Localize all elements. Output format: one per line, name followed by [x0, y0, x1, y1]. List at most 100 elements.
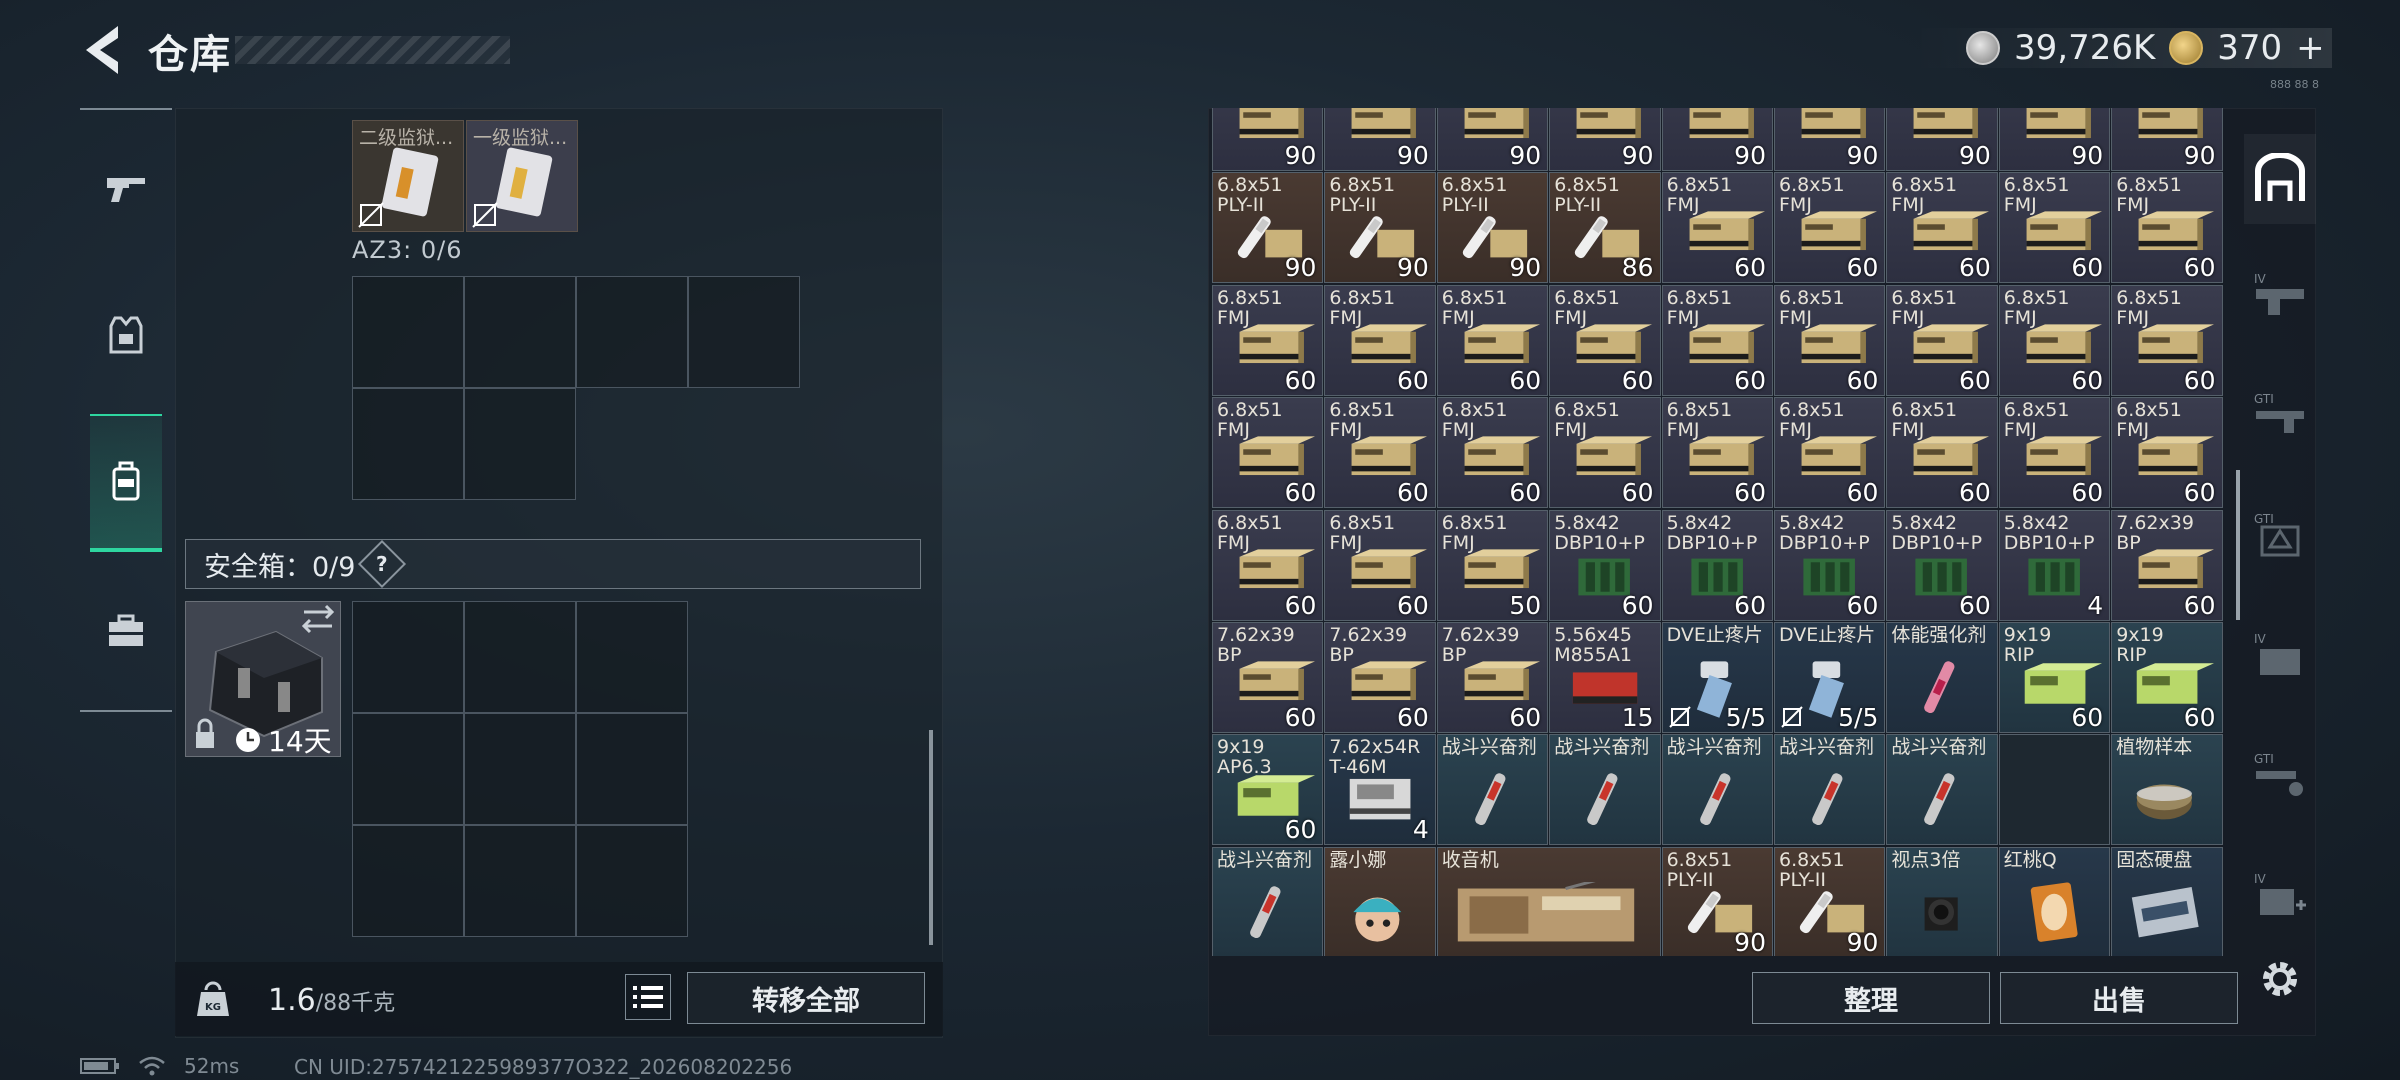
storage-slot[interactable] [352, 276, 464, 388]
prison-key-lv2[interactable]: 二级监狱... [352, 120, 464, 232]
inventory-item[interactable]: 90 [1436, 108, 1549, 171]
inventory-item[interactable]: 红桃Q [1998, 846, 2111, 956]
inventory-item[interactable]: 6.8x51 FMJ 60 [1661, 172, 1773, 284]
inventory-item[interactable]: 6.8x51 FMJ 60 [1324, 284, 1436, 396]
inventory-item[interactable]: 战斗兴奋剂 [1212, 846, 1324, 956]
inventory-item[interactable]: 6.8x51 FMJ 60 [1324, 509, 1436, 621]
inventory-item[interactable]: 6.8x51 FMJ 60 [1549, 284, 1661, 396]
inventory-item[interactable]: 5.8x42 DBP10+P 60 [1774, 509, 1886, 621]
inventory-item[interactable]: 战斗兴奋剂 [1549, 734, 1661, 846]
settings-button[interactable] [2254, 953, 2306, 1005]
safe-slot[interactable] [352, 825, 464, 937]
inventory-item[interactable]: 战斗兴奋剂 [1661, 734, 1773, 846]
inventory-item[interactable]: 6.8x51 FMJ 60 [2111, 397, 2223, 509]
storage-slot[interactable] [352, 388, 464, 500]
inventory-item[interactable]: 7.62x39 BP 60 [1324, 622, 1436, 733]
inventory-item[interactable]: 6.8x51 PLY-II 90 [1212, 172, 1324, 284]
transfer-all-button[interactable]: 转移全部 [687, 972, 925, 1024]
safe-slot[interactable] [464, 713, 576, 825]
inventory-item[interactable]: 7.62x39 BP 60 [1436, 622, 1549, 733]
nav-case[interactable] [90, 586, 162, 676]
safe-slot[interactable] [352, 713, 464, 825]
safe-box-item[interactable]: 14天 [185, 601, 341, 758]
inventory-item[interactable]: 视点3倍 [1886, 846, 1998, 956]
inventory-item[interactable]: 6.8x51 FMJ 60 [1886, 172, 1998, 284]
inventory-item[interactable]: 6.8x51 PLY-II 86 [1549, 172, 1661, 284]
inventory-item[interactable]: 6.8x51 FMJ 60 [1436, 397, 1549, 509]
inventory-item[interactable]: 6.8x51 PLY-II 90 [1436, 172, 1549, 284]
inventory-item[interactable]: 战斗兴奋剂 [1886, 734, 1998, 846]
safe-slot[interactable] [576, 601, 688, 713]
inventory-item[interactable]: 6.8x51 PLY-II 90 [1774, 846, 1886, 956]
inventory-item[interactable]: 5.8x42 DBP10+P 4 [1998, 509, 2111, 621]
inventory-item[interactable]: 6.8x51 FMJ 60 [1998, 284, 2111, 396]
nav-backpack[interactable] [90, 414, 162, 552]
inventory-item[interactable]: 战斗兴奋剂 [1436, 734, 1549, 846]
inventory-item[interactable]: 5.8x42 DBP10+P 60 [1549, 509, 1661, 621]
inventory-item[interactable]: 6.8x51 FMJ 60 [1886, 284, 1998, 396]
inventory-item[interactable]: 6.8x51 FMJ 60 [1436, 284, 1549, 396]
safe-slot[interactable] [464, 601, 576, 713]
nav-weapons[interactable] [90, 144, 162, 234]
left-scrollbar[interactable] [929, 730, 933, 945]
tab-all-items[interactable] [2244, 134, 2316, 224]
inventory-item[interactable]: 90 [1324, 108, 1436, 171]
inventory-item[interactable]: 6.8x51 FMJ 60 [1212, 509, 1324, 621]
prison-key-lv1[interactable]: 一级监狱... [466, 120, 578, 232]
safe-slot[interactable] [576, 825, 688, 937]
inventory-item[interactable]: DVE止疼片 5/5 [1661, 622, 1773, 733]
tab-gti-weapons[interactable]: GTI [2244, 370, 2316, 460]
sort-button[interactable]: 整理 [1752, 972, 1990, 1024]
list-view-button[interactable] [625, 974, 671, 1020]
safe-slot[interactable] [576, 713, 688, 825]
inventory-item[interactable]: 6.8x51 FMJ 60 [1998, 172, 2111, 284]
inventory-item[interactable]: 6.8x51 FMJ 60 [1212, 284, 1324, 396]
back-button[interactable] [78, 22, 128, 78]
inventory-item[interactable]: 7.62x39 BP 60 [2111, 509, 2223, 621]
inventory-item[interactable]: 6.8x51 FMJ 60 [1324, 397, 1436, 509]
inventory-slot-empty[interactable] [1998, 734, 2111, 846]
inventory-item[interactable]: 9x19 RIP 60 [1998, 622, 2111, 733]
inventory-item[interactable]: 6.8x51 FMJ 60 [1212, 397, 1324, 509]
inventory-item[interactable]: 6.8x51 FMJ 50 [1436, 509, 1549, 621]
tab-gti-settings[interactable]: GTI [2244, 730, 2316, 820]
tab-storage-iv-b[interactable]: IV [2244, 610, 2316, 700]
inventory-item[interactable]: 植物样本 [2111, 734, 2223, 846]
inventory-item[interactable]: 9x19 RIP 60 [2111, 622, 2223, 733]
inventory-item[interactable]: 6.8x51 FMJ 60 [2111, 284, 2223, 396]
tab-medical[interactable]: IV [2244, 850, 2316, 940]
inventory-item[interactable]: 90 [1212, 108, 1324, 171]
inventory-item[interactable]: 露小娜 [1324, 846, 1436, 956]
storage-slot[interactable] [688, 276, 800, 388]
inventory-item[interactable]: 6.8x51 FMJ 60 [1661, 397, 1773, 509]
inventory-item[interactable]: DVE止疼片 5/5 [1774, 622, 1886, 733]
inventory-item[interactable]: 战斗兴奋剂 [1774, 734, 1886, 846]
inventory-item[interactable]: 5.8x42 DBP10+P 60 [1661, 509, 1773, 621]
inventory-item[interactable]: 收音机 [1436, 846, 1661, 956]
inventory-item[interactable]: 90 [1549, 108, 1661, 171]
storage-slot[interactable] [464, 388, 576, 500]
inventory-item[interactable]: 6.8x51 FMJ 60 [1774, 397, 1886, 509]
inventory-item[interactable]: 6.8x51 FMJ 60 [1549, 397, 1661, 509]
inventory-item[interactable]: 9x19 AP6.3 60 [1212, 734, 1324, 846]
safe-slot[interactable] [464, 825, 576, 937]
inventory-item[interactable]: 90 [1998, 108, 2111, 171]
inventory-scrollbar[interactable] [2236, 470, 2240, 620]
inventory-item[interactable]: 6.8x51 FMJ 60 [2111, 172, 2223, 284]
safe-slot[interactable] [352, 601, 464, 713]
tab-storage-4[interactable]: IV [2244, 250, 2316, 340]
inventory-item[interactable]: 6.8x51 FMJ 60 [1886, 397, 1998, 509]
gold-plus-button[interactable]: + [2296, 28, 2325, 68]
inventory-item[interactable]: 90 [1886, 108, 1998, 171]
inventory-item[interactable]: 7.62x54R T-46M 4 [1324, 734, 1436, 846]
inventory-item[interactable]: 体能强化剂 [1886, 622, 1998, 733]
storage-slot[interactable] [576, 276, 688, 388]
inventory-item[interactable]: 7.62x39 BP 60 [1212, 622, 1324, 733]
inventory-item[interactable]: 6.8x51 FMJ 60 [1998, 397, 2111, 509]
tab-gti-equipment[interactable]: GTI [2244, 490, 2316, 580]
inventory-item[interactable]: 5.8x42 DBP10+P 60 [1886, 509, 1998, 621]
inventory-item[interactable]: 6.8x51 FMJ 60 [1661, 284, 1773, 396]
inventory-item[interactable]: 90 [1661, 108, 1773, 171]
inventory-item[interactable]: 6.8x51 PLY-II 90 [1324, 172, 1436, 284]
inventory-item[interactable]: 6.8x51 FMJ 60 [1774, 172, 1886, 284]
